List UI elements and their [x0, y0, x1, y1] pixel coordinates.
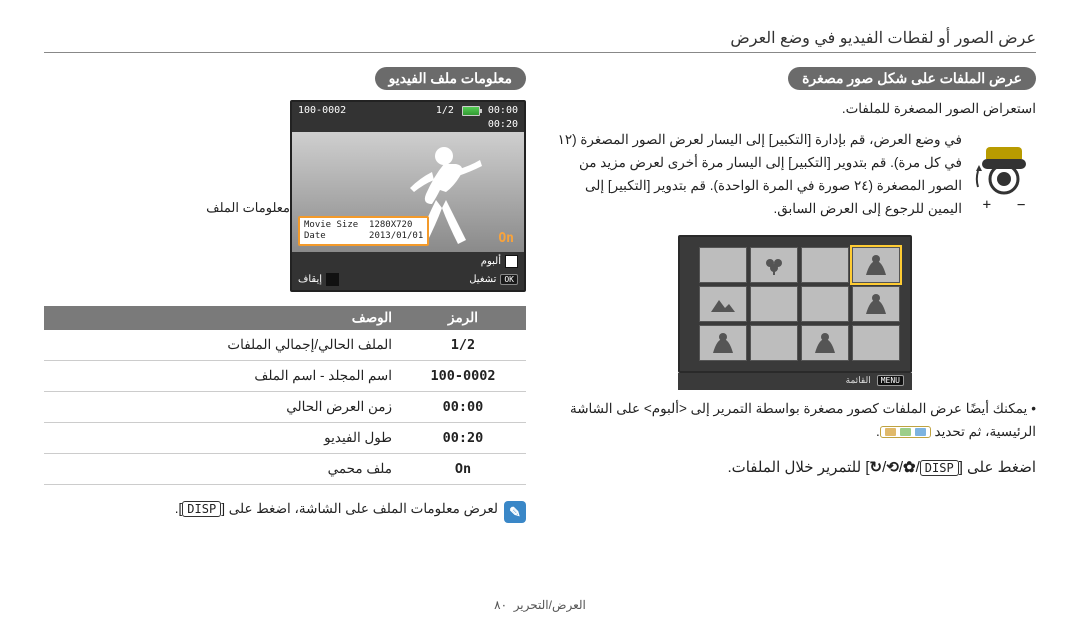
- folder-file: 100-0002: [298, 105, 346, 116]
- stop-button-icon[interactable]: [326, 273, 339, 286]
- thumb[interactable]: [852, 286, 900, 322]
- page-footer: العرض/التحرير ٨٠: [0, 598, 1080, 612]
- album-button-icon[interactable]: [505, 255, 518, 268]
- section-heading-thumbnails: عرض الملفات على شكل صور مصغرة: [788, 67, 1036, 90]
- page-title: عرض الصور أو لقطات الفيديو في وضع العرض: [44, 28, 1036, 48]
- th-symbol: الرمز: [400, 306, 526, 330]
- note-text: لعرض معلومات الملف على الشاشة، اضغط على: [229, 501, 498, 516]
- disp-button[interactable]: DISP: [182, 501, 221, 517]
- table-row: 00:20طول الفيديو: [44, 423, 526, 454]
- thumb[interactable]: [699, 286, 747, 322]
- thumb[interactable]: [801, 325, 849, 361]
- thumb[interactable]: [801, 247, 849, 283]
- thumb[interactable]: [750, 286, 798, 322]
- section-heading-video-info: معلومات ملف الفيديو: [375, 67, 526, 90]
- table-row: 00:00زمن العرض الحالي: [44, 392, 526, 423]
- thumbnail-grid-preview: MENU القائمة: [678, 235, 912, 390]
- file-info-label: معلومات الملف: [44, 200, 290, 216]
- info-table: الرمز الوصف 1/2الملف الحالي/إجمالي الملف…: [44, 306, 526, 485]
- bullet-note: •يمكنك أيضًا عرض الملفات كصور مصغرة بواس…: [554, 398, 1036, 444]
- table-row: Onملف محمي: [44, 454, 526, 485]
- video-preview: 1/2 00:00 100-0002 00:20: [290, 100, 526, 292]
- body-text: في وضع العرض، قم بإدارة [التكبير] إلى ال…: [554, 129, 962, 221]
- protected-icon: On: [498, 231, 514, 246]
- menu-label: القائمة: [846, 375, 871, 386]
- divider: [44, 52, 1036, 53]
- thumb[interactable]: [750, 247, 798, 283]
- nav-instruction: اضغط على [DISP/✿/⟲/↻] للتمرير خلال الملف…: [554, 458, 1036, 476]
- th-desc: الوصف: [44, 306, 400, 330]
- table-row: 1/2الملف الحالي/إجمالي الملفات: [44, 330, 526, 361]
- album-thumb-icon: [880, 426, 931, 438]
- disp-button[interactable]: DISP: [920, 460, 959, 476]
- thumb-selected[interactable]: [852, 247, 900, 283]
- thumb[interactable]: [699, 325, 747, 361]
- current-time: 00:00: [488, 105, 518, 116]
- thumb[interactable]: [852, 325, 900, 361]
- battery-icon: [462, 106, 480, 116]
- zoom-lens-diagram: −+: [972, 141, 1036, 213]
- play-label: تشغيل: [469, 274, 496, 285]
- table-row: 100-0002اسم المجلد - اسم الملف: [44, 361, 526, 392]
- thumb[interactable]: [699, 247, 747, 283]
- file-info-overlay: Movie Size 1280X720 Date 2013/01/01: [298, 216, 429, 246]
- total-time: 00:20: [292, 119, 524, 132]
- info-icon: ✎: [504, 501, 526, 523]
- stop-label: إيقاف: [298, 274, 322, 285]
- thumb[interactable]: [750, 325, 798, 361]
- ok-button[interactable]: OK: [500, 274, 518, 285]
- file-index: 1/2: [436, 105, 454, 116]
- intro-text: استعراض الصور المصغرة للملفات.: [554, 98, 1036, 121]
- menu-button[interactable]: MENU: [877, 375, 904, 386]
- thumb[interactable]: [801, 286, 849, 322]
- album-label: ألبوم: [481, 256, 501, 267]
